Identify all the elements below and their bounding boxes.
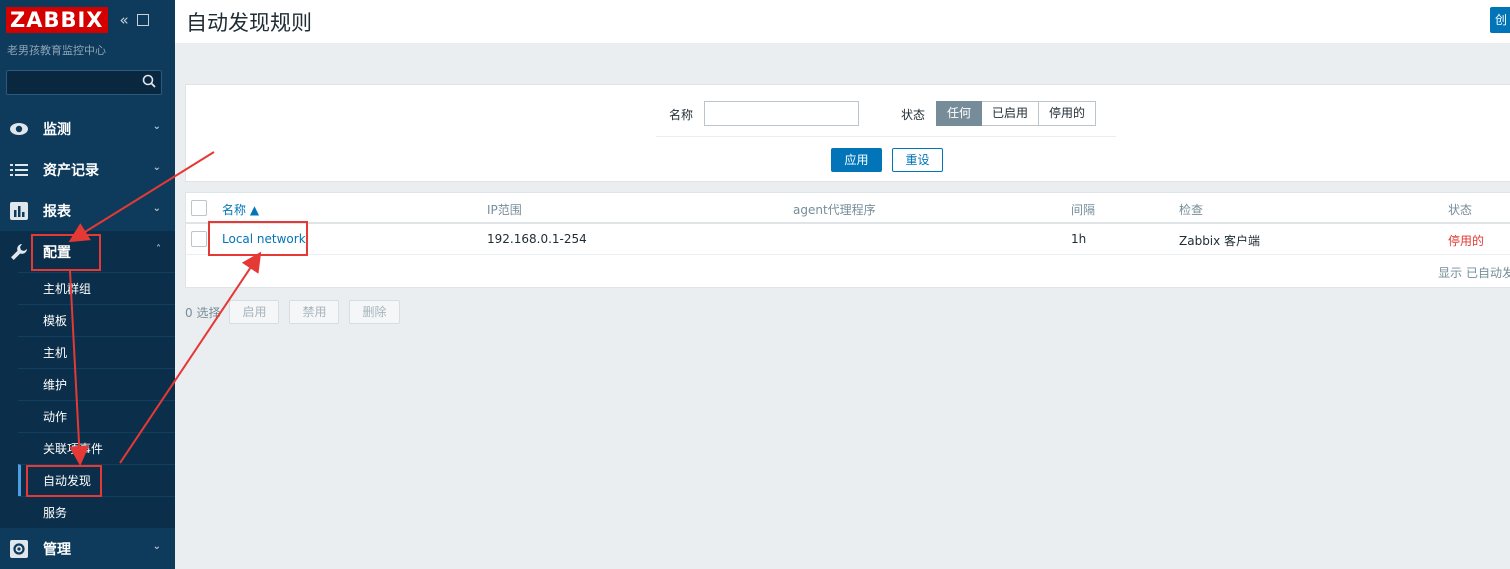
filter-status-segmented: 任何 已启用 停用的 — [936, 101, 1097, 126]
column-header-name[interactable]: 名称 ▲ — [222, 201, 259, 218]
chevron-down-icon: ⌄ — [152, 203, 161, 214]
filter-status-label: 状态 — [901, 108, 926, 122]
main-content: 自动发现规则 创 名称 状态 任何 已启用 停用的 应用 重设 名称 ▲ IP范… — [175, 0, 1510, 569]
delete-selected-button[interactable]: 删除 — [349, 300, 400, 324]
search-input[interactable] — [6, 70, 162, 95]
column-header-interval: 间隔 — [1071, 203, 1096, 217]
annotation-box-config — [31, 234, 101, 271]
menu-item-reports[interactable]: 报表 ⌄ — [0, 190, 175, 231]
bar-chart-icon — [9, 201, 29, 220]
eye-icon — [9, 120, 29, 138]
menu-label: 报表 — [43, 203, 71, 220]
select-all-checkbox[interactable] — [191, 200, 207, 216]
filter-name-label: 名称 — [669, 108, 694, 122]
menu-label: 管理 — [43, 541, 71, 558]
chevron-down-icon: ⌄ — [152, 121, 161, 132]
double-chevron-left-icon[interactable]: « — [120, 11, 129, 29]
column-header-checks: 检查 — [1179, 203, 1204, 217]
annotation-box-discovery — [26, 465, 102, 497]
page-title: 自动发现规则 — [186, 10, 312, 35]
menu-label: 资产记录 — [43, 162, 99, 179]
status-option-disabled[interactable]: 停用的 — [1039, 101, 1097, 126]
menu-label: 监测 — [43, 121, 71, 138]
status-option-enabled[interactable]: 已启用 — [982, 101, 1040, 126]
gear-icon — [9, 539, 29, 558]
chevron-up-icon: ˄ — [156, 244, 161, 255]
apply-button[interactable]: 应用 — [831, 148, 882, 172]
row-checkbox[interactable] — [191, 231, 207, 247]
annotation-box-rule-link — [208, 221, 308, 256]
rule-interval: 1h — [1071, 232, 1087, 246]
chevron-down-icon: ⌄ — [152, 541, 161, 552]
page-header: 自动发现规则 创 — [175, 0, 1510, 43]
discovery-rules-table: 名称 ▲ IP范围 agent代理程序 间隔 检查 状态 Local netwo… — [185, 192, 1510, 288]
fullscreen-icon[interactable] — [136, 14, 149, 26]
selected-count: 0 选择 — [185, 305, 221, 320]
filter-divider — [656, 136, 1116, 137]
wrench-icon — [9, 243, 29, 261]
menu-item-monitoring[interactable]: 监测 ⌄ — [0, 108, 175, 149]
logo-row: ZABBIX « — [6, 7, 149, 33]
column-header-status: 状态 — [1448, 203, 1473, 217]
list-icon — [9, 161, 29, 179]
column-header-proxy: agent代理程序 — [793, 203, 876, 217]
status-option-any[interactable]: 任何 — [936, 101, 983, 126]
rule-status-link[interactable]: 停用的 — [1448, 232, 1484, 249]
zabbix-logo[interactable]: ZABBIX — [6, 7, 108, 33]
table-footer-text: 显示 已自动发 — [1438, 266, 1510, 280]
table-header-row: 名称 ▲ IP范围 agent代理程序 间隔 检查 状态 — [186, 193, 1510, 224]
table-row: Local network 192.168.0.1-254 1h Zabbix … — [186, 224, 1510, 255]
submenu-item-services[interactable]: 服务 — [18, 496, 175, 528]
disable-selected-button[interactable]: 禁用 — [289, 300, 340, 324]
submenu-item-actions[interactable]: 动作 — [18, 400, 175, 432]
search-icon[interactable] — [142, 74, 156, 88]
create-discovery-rule-button[interactable]: 创 — [1490, 7, 1510, 33]
menu-item-inventory[interactable]: 资产记录 ⌄ — [0, 149, 175, 190]
menu-item-administration[interactable]: 管理 ⌄ — [0, 528, 175, 569]
submenu-item-host-groups[interactable]: 主机群组 — [18, 272, 175, 304]
rule-ip-range: 192.168.0.1-254 — [487, 232, 587, 246]
submenu-item-templates[interactable]: 模板 — [18, 304, 175, 336]
submenu-item-maintenance[interactable]: 维护 — [18, 368, 175, 400]
mass-actions-bar: 0 选择 启用 禁用 删除 — [185, 300, 410, 324]
filter-name-input[interactable] — [704, 101, 859, 126]
submenu-item-hosts[interactable]: 主机 — [18, 336, 175, 368]
reset-button[interactable]: 重设 — [892, 148, 943, 172]
server-name: 老男孩教育监控中心 — [7, 44, 106, 57]
rule-checks: Zabbix 客户端 — [1179, 234, 1261, 248]
main-menu: 监测 ⌄ 资产记录 ⌄ 报表 ⌄ 配置 ˄ 主机群组 模板 主机 维护 动作 关… — [0, 108, 175, 569]
filter-panel: 名称 状态 任何 已启用 停用的 应用 重设 — [185, 84, 1510, 182]
submenu-item-event-correlation[interactable]: 关联项事件 — [18, 432, 175, 464]
enable-selected-button[interactable]: 启用 — [229, 300, 280, 324]
chevron-down-icon: ⌄ — [152, 162, 161, 173]
column-header-ip-range: IP范围 — [487, 203, 522, 217]
